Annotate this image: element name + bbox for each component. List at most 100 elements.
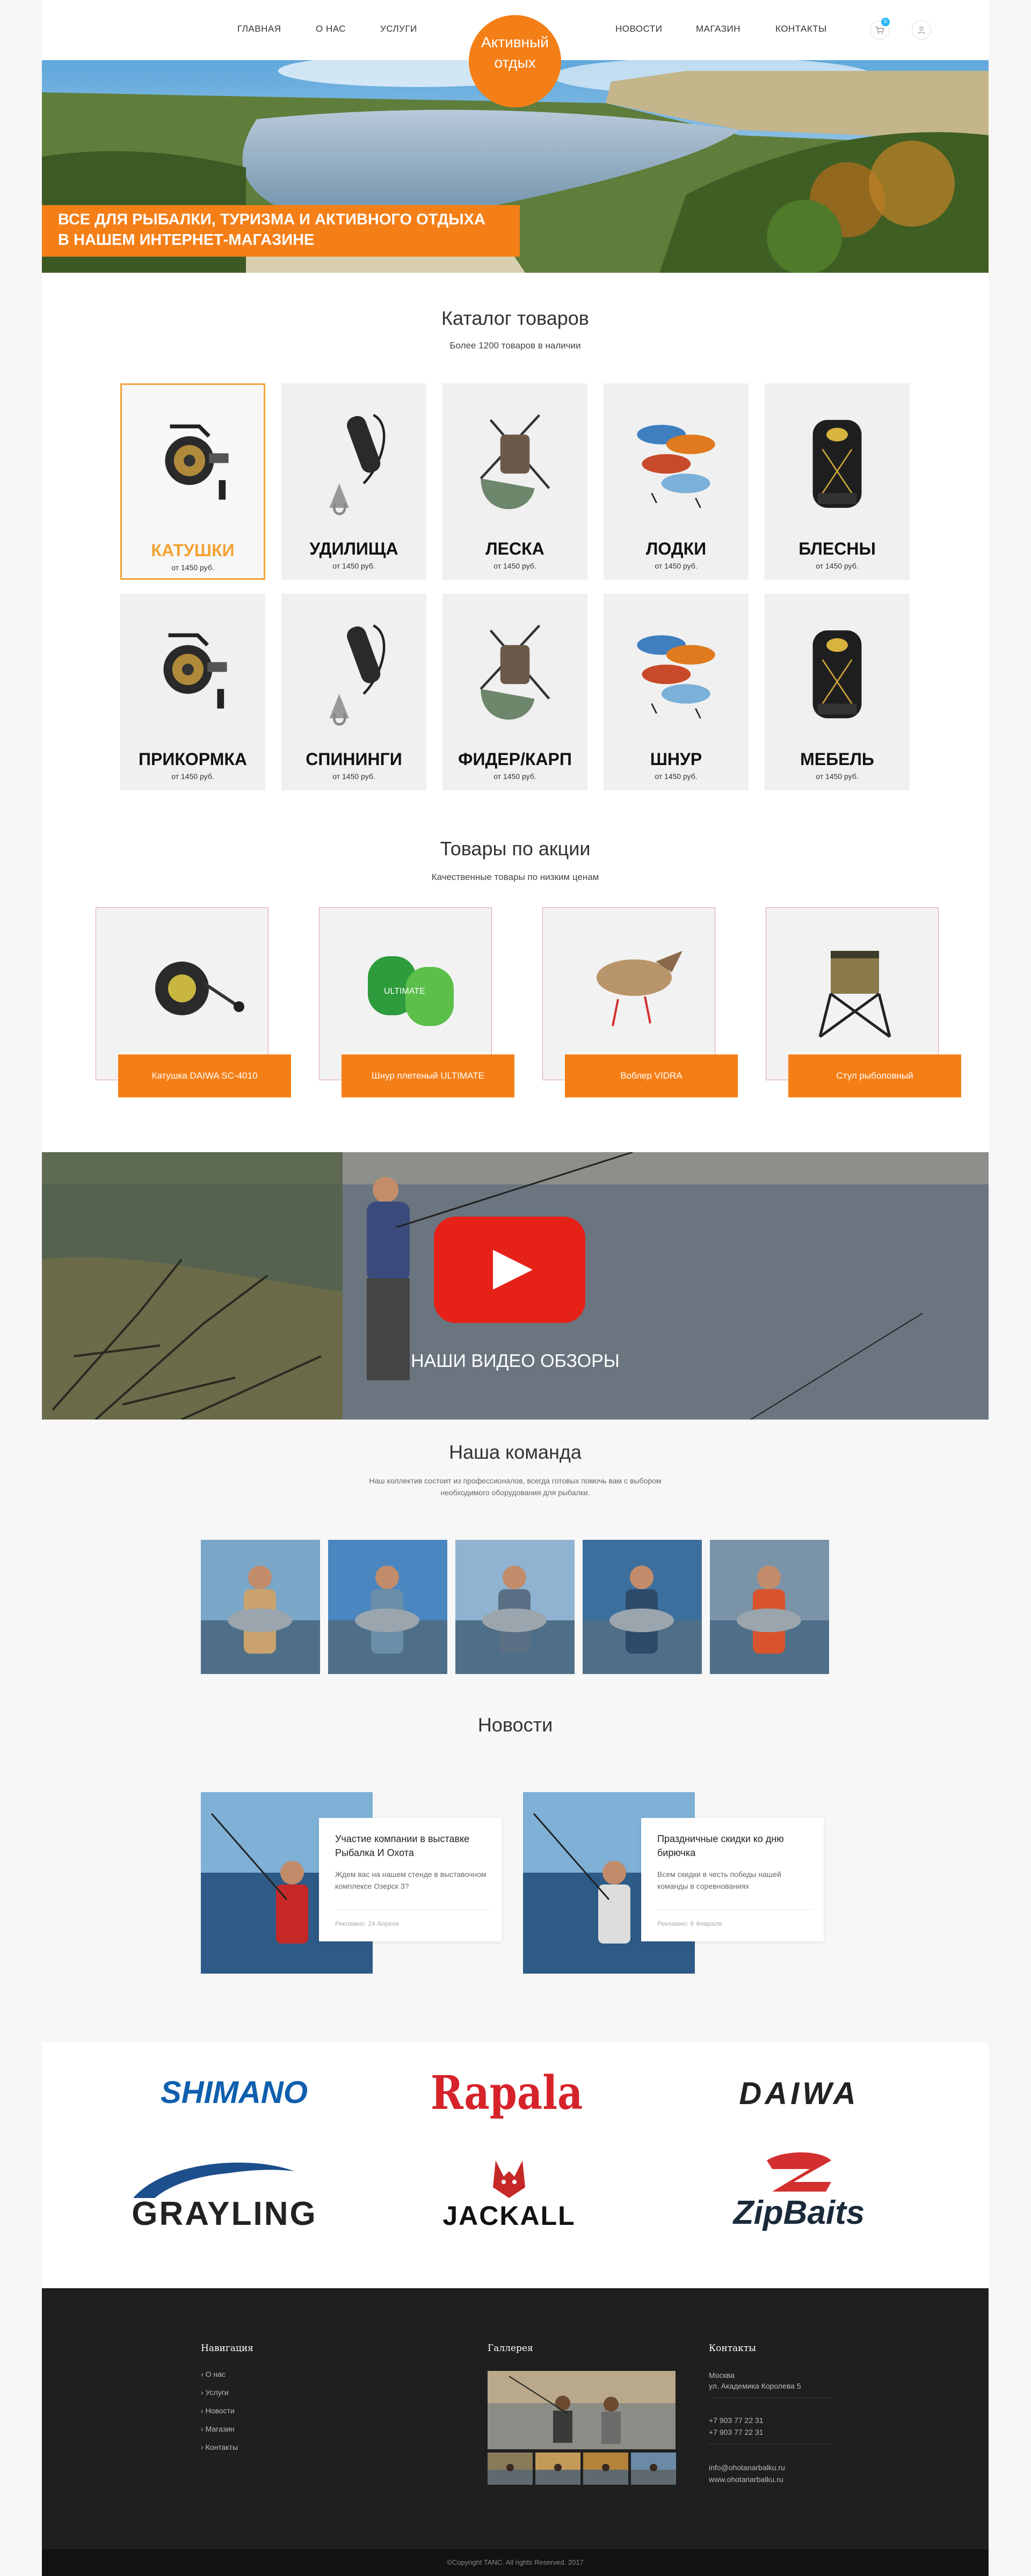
catalog-item-name: ЛЕСКА <box>485 539 544 558</box>
team-member-photo[interactable] <box>328 1540 447 1674</box>
catalog-item[interactable]: ФИДЕР/КАРП от 1450 руб. <box>442 594 587 790</box>
contact-address: ул. Академика Королева 5 <box>709 2382 801 2390</box>
news-title: Новости <box>477 1714 553 1736</box>
reel-icon <box>163 633 227 709</box>
footer-nav-label: Услуги <box>205 2388 229 2397</box>
contact-email[interactable]: info@ohotanarbalku.ru <box>709 2463 785 2472</box>
promo-item-button[interactable]: Катушка DAIWA SC-4010 <box>118 1054 291 1097</box>
gallery-fishermen-photo <box>488 2371 676 2449</box>
gallery-thumb-image <box>488 2453 533 2485</box>
footer-gallery-title: Галлерея <box>488 2343 533 2354</box>
gallery-thumb[interactable] <box>583 2453 628 2485</box>
footer-nav-link[interactable]: › Магазин <box>201 2425 235 2433</box>
catalog-item[interactable]: ПРИКОРМКА от 1450 руб. <box>120 594 265 790</box>
catalog-subtitle: Более 1200 товаров в наличии <box>449 340 581 351</box>
footer: Навигация › О нас › Услуги › Новости › Мага… <box>42 2288 989 2576</box>
catalog-item-name: ФИДЕР/КАРП <box>458 749 572 769</box>
copyright-bar: ©Copyright TANC. All rights Reserved. 20… <box>42 2549 989 2576</box>
grayling-wave-icon <box>133 2163 294 2198</box>
cart-button[interactable]: 0 <box>870 18 890 40</box>
news-card-text: Всем скидки в честь победы нашей команды… <box>657 1870 781 1890</box>
chevron-right-icon: › <box>201 2406 204 2415</box>
brand-zipbaits-logo[interactable]: ZipBaits <box>697 2150 901 2241</box>
promo-item-button[interactable]: Воблер VIDRA <box>565 1054 738 1097</box>
team-news-section: Наша команда Наш коллектив состоит из пр… <box>42 1420 989 2042</box>
footer-nav-label: О нас <box>205 2370 226 2378</box>
catalog-item[interactable]: УДИЛИЩА от 1450 руб. <box>281 383 426 580</box>
news-card-title[interactable]: Участие компании в выставке Рыбалка И Ох… <box>335 1832 491 1860</box>
footer-nav-link[interactable]: › Услуги <box>201 2388 229 2397</box>
catalog-item[interactable]: КАТУШКИ от 1450 руб. <box>120 383 265 580</box>
catalog-item-price: от 1450 руб. <box>816 562 859 570</box>
contact-phone2[interactable]: +7 903 77 22 31 <box>709 2428 764 2436</box>
promo-item-button[interactable]: Стул рыболовный <box>788 1054 961 1097</box>
promo-item-button[interactable]: Шнур плетеный ULTIMATE <box>342 1054 514 1097</box>
news-card[interactable]: Участие компании в выставке Рыбалка И Ох… <box>319 1818 502 1941</box>
team-member-photo[interactable] <box>583 1540 702 1674</box>
catalog-item[interactable]: ШНУР от 1450 руб. <box>604 594 749 790</box>
catalog-item-name: СПИНИНГИ <box>306 749 402 769</box>
site-logo[interactable]: Активный отдых <box>469 15 561 107</box>
footer-nav-link[interactable]: › О нас <box>201 2370 226 2378</box>
jackall-fox-icon <box>493 2160 525 2198</box>
catalog-item-name: БЛЕСНЫ <box>798 539 876 558</box>
nav-about[interactable]: О НАС <box>316 24 346 34</box>
news-card[interactable]: Праздничные скидки ко дню бирючка Всем ск… <box>641 1818 824 1941</box>
gallery-thumb[interactable] <box>535 2453 580 2485</box>
copyright-text: ©Copyright TANC. All rights Reserved. 20… <box>447 2558 584 2566</box>
hero-slogan: ВСЕ ДЛЯ РЫБАЛКИ, ТУРИЗМА И АКТИВНОГО ОТД… <box>42 205 520 257</box>
team-member-photo[interactable] <box>201 1540 320 1674</box>
catalog-item-name: МЕБЕЛЬ <box>800 749 874 769</box>
footer-nav-link[interactable]: › Контакты <box>201 2443 238 2451</box>
brand-daiwa-logo[interactable]: DAIWA <box>692 2076 906 2112</box>
footer-nav-title: Навигация <box>201 2343 253 2354</box>
gallery-main-photo[interactable] <box>488 2371 676 2449</box>
nav-home[interactable]: ГЛАВНАЯ <box>237 24 281 34</box>
news-card-divider <box>657 1909 813 1910</box>
contact-site[interactable]: www.ohotanarbalku.ru <box>709 2475 783 2484</box>
team-text-line1: Наш коллектив состоит из профессионалов,… <box>369 1476 662 1485</box>
brand-jackall-logo[interactable]: JACKALL <box>429 2155 590 2236</box>
catalog-item-price: от 1450 руб. <box>332 772 375 781</box>
team-member-photo[interactable] <box>710 1540 829 1674</box>
catalog-item[interactable]: ЛОДКИ от 1450 руб. <box>604 383 749 580</box>
catalog-item[interactable]: ЛЕСКА от 1450 руб. <box>442 383 587 580</box>
zipbaits-wordmark: ZipBaits <box>733 2194 865 2231</box>
gallery-thumb-image <box>583 2453 628 2485</box>
team-member-photo[interactable] <box>455 1540 575 1674</box>
gallery-thumb[interactable] <box>488 2453 533 2485</box>
nav-contacts[interactable]: КОНТАКТЫ <box>775 24 827 34</box>
brand-rapala-logo[interactable]: Rapala <box>431 2066 583 2120</box>
news-card-title[interactable]: Праздничные скидки ко дню бирючка <box>657 1832 813 1860</box>
promo-title: Товары по акции <box>440 838 591 860</box>
catalog-item-price: от 1450 руб. <box>655 562 698 570</box>
chevron-right-icon: › <box>201 2443 204 2451</box>
news-card-text: Ждем вас на нашем стенде в выставочном к… <box>335 1870 487 1890</box>
gallery-thumb-image <box>631 2453 676 2485</box>
grip-icon <box>329 624 386 726</box>
footer-nav-link[interactable]: › Новости <box>201 2406 235 2415</box>
contact-phone1[interactable]: +7 903 77 22 31 <box>709 2416 764 2425</box>
footer-nav-label: Магазин <box>205 2425 235 2433</box>
fisherman-figure <box>367 1177 410 1380</box>
team-member-image <box>583 1540 702 1674</box>
catalog-item[interactable]: МЕБЕЛЬ от 1450 руб. <box>765 594 910 790</box>
catalog-item-price: от 1450 руб. <box>816 772 859 781</box>
catalog-item[interactable]: СПИНИНГИ от 1450 руб. <box>281 594 426 790</box>
catalog-item-name: ПРИКОРМКА <box>139 749 247 769</box>
team-title: Наша команда <box>449 1441 582 1463</box>
backpack-icon <box>812 630 862 718</box>
catalog-item[interactable]: БЛЕСНЫ от 1450 руб. <box>765 383 910 580</box>
nav-news[interactable]: НОВОСТИ <box>615 24 662 34</box>
brand-shimano-logo[interactable]: SHIMANO <box>132 2075 336 2111</box>
chevron-right-icon: › <box>201 2425 204 2433</box>
hero-line2: В НАШЕМ ИНТЕРНЕТ-МАГАЗИНЕ <box>58 231 315 249</box>
nav-shop[interactable]: МАГАЗИН <box>696 24 740 34</box>
backpack-icon <box>812 420 862 508</box>
video-caption: НАШИ ВИДЕО ОБЗОРЫ <box>411 1351 620 1371</box>
nav-services[interactable]: УСЛУГИ <box>380 24 417 34</box>
gallery-thumb[interactable] <box>631 2453 676 2485</box>
brand-grayling-logo[interactable]: GRAYLING <box>112 2155 337 2232</box>
account-button[interactable] <box>912 20 931 40</box>
video-play-button[interactable] <box>434 1217 585 1323</box>
